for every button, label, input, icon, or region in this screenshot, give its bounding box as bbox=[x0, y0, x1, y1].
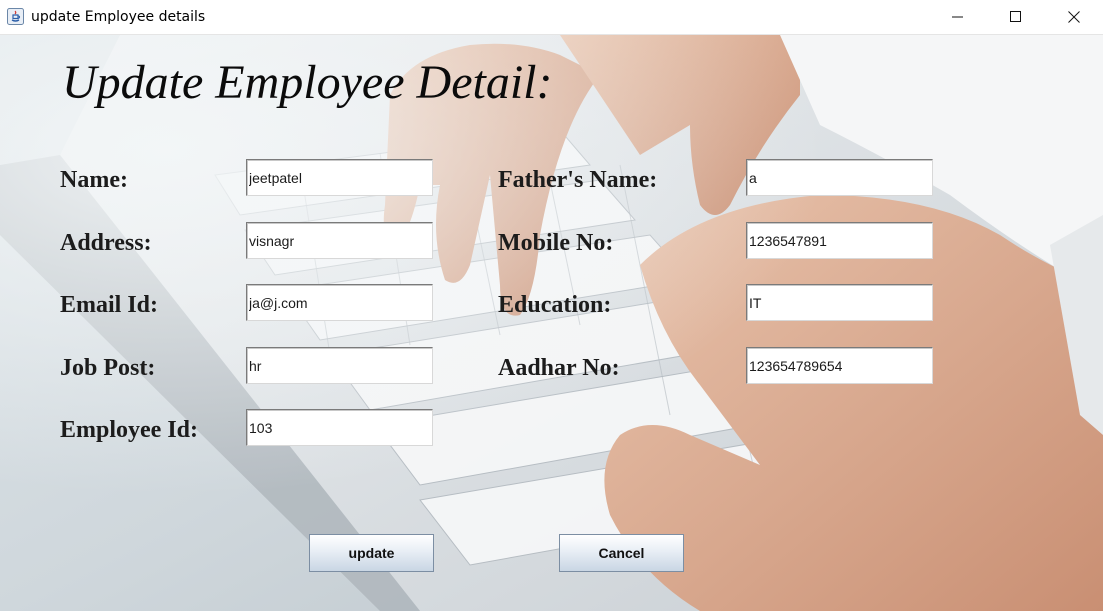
address-label: Address: bbox=[60, 230, 152, 256]
update-button[interactable]: update bbox=[309, 534, 434, 572]
education-field[interactable] bbox=[746, 284, 933, 321]
close-button[interactable] bbox=[1045, 0, 1103, 34]
maximize-button[interactable] bbox=[987, 0, 1045, 34]
close-icon bbox=[1068, 11, 1080, 23]
java-icon bbox=[7, 8, 24, 25]
minimize-icon bbox=[952, 16, 963, 18]
cancel-button[interactable]: Cancel bbox=[559, 534, 684, 572]
father-name-label: Father's Name: bbox=[498, 167, 658, 193]
form-heading: Update Employee Detail: bbox=[62, 56, 553, 109]
education-label: Education: bbox=[498, 292, 612, 318]
mobile-field[interactable] bbox=[746, 222, 933, 259]
minimize-button[interactable] bbox=[929, 0, 987, 34]
email-label: Email Id: bbox=[60, 292, 159, 318]
typing-hands-background-image bbox=[0, 35, 1103, 611]
father-name-field[interactable] bbox=[746, 159, 933, 196]
email-field[interactable] bbox=[246, 284, 433, 321]
form-panel: Update Employee Detail: Name: Address: E… bbox=[0, 35, 1103, 611]
name-field[interactable] bbox=[246, 159, 433, 196]
maximize-icon bbox=[1010, 11, 1021, 22]
address-field[interactable] bbox=[246, 222, 433, 259]
job-post-label: Job Post: bbox=[60, 355, 156, 381]
mobile-label: Mobile No: bbox=[498, 230, 614, 256]
aadhar-label: Aadhar No: bbox=[498, 355, 620, 381]
aadhar-field[interactable] bbox=[746, 347, 933, 384]
name-label: Name: bbox=[60, 167, 128, 193]
employee-id-field[interactable] bbox=[246, 409, 433, 446]
job-post-field[interactable] bbox=[246, 347, 433, 384]
window-title: update Employee details bbox=[31, 9, 206, 25]
employee-id-label: Employee Id: bbox=[60, 417, 198, 443]
title-bar: update Employee details bbox=[0, 0, 1103, 35]
